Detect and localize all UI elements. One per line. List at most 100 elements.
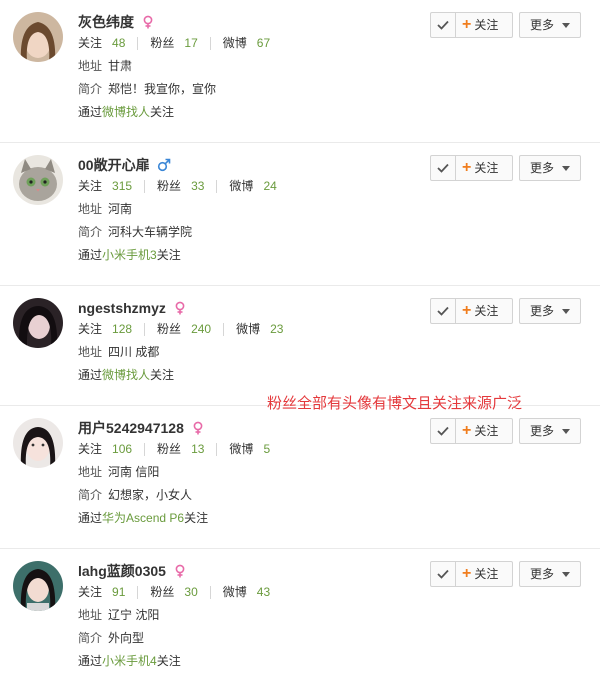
following-count: 106 — [112, 442, 133, 456]
fans-stat[interactable]: 粉丝 240 — [157, 318, 211, 341]
bio-row: 简介 幻想家，小女人 — [78, 488, 193, 502]
follow-source: 通过小米手机4关注 — [78, 654, 181, 668]
source-link[interactable]: 小米手机3 — [102, 248, 157, 262]
bio-value: 郑恺！我宣你，宣你 — [108, 82, 217, 96]
fan-item: 用户5242947128 关注 106 粉丝 13 微博 5 地址 河南 信阳 简介 幻想… — [0, 406, 600, 549]
fan-item: 00敞开心扉 关注 315 粉丝 33 微博 24 地址 河南 简介 河科大车辆学院 通过… — [0, 143, 600, 286]
source-link[interactable]: 微博找人 — [102, 368, 150, 382]
fan-list: 灰色纬度 关注 48 粉丝 17 微博 67 地址 甘肃 简介 郑恺！我宣你，宣你 通过微… — [0, 0, 600, 685]
check-icon — [431, 156, 456, 180]
user-name[interactable]: 灰色纬度 — [78, 12, 134, 32]
source-link[interactable]: 华为Ascend P6 — [102, 511, 184, 525]
address-value: 辽宁 沈阳 — [108, 608, 160, 622]
bio-row: 简介 外向型 — [78, 631, 145, 645]
fan-item: 灰色纬度 关注 48 粉丝 17 微博 67 地址 甘肃 简介 郑恺！我宣你，宣你 通过微… — [0, 0, 600, 143]
divider — [144, 180, 146, 193]
following-count: 91 — [112, 585, 126, 599]
caret-down-icon — [562, 571, 570, 577]
plus-icon: + — [462, 16, 472, 33]
bio-value: 河科大车辆学院 — [108, 225, 193, 239]
divider — [144, 443, 146, 456]
more-button[interactable]: 更多 — [519, 418, 581, 444]
avatar[interactable] — [13, 561, 63, 611]
following-stat[interactable]: 关注 128 — [78, 318, 132, 341]
check-icon — [431, 419, 456, 443]
avatar[interactable] — [13, 298, 63, 348]
bio-row: 简介 河科大车辆学院 — [78, 225, 193, 239]
caret-down-icon — [562, 428, 570, 434]
fans-stat[interactable]: 粉丝 13 — [157, 438, 204, 461]
weibo-count: 23 — [270, 322, 284, 336]
follow-source: 通过微博找人关注 — [78, 105, 175, 119]
address-value: 四川 成都 — [108, 345, 160, 359]
annotation-note: 粉丝全部有头像有博文且关注来源广泛 — [267, 395, 523, 412]
male-icon — [157, 158, 170, 172]
divider — [216, 180, 218, 193]
address-row: 地址 辽宁 沈阳 — [78, 608, 160, 622]
user-name[interactable]: lahg蓝颜0305 — [78, 561, 166, 581]
user-name[interactable]: ngestshzmyz — [78, 298, 166, 318]
divider — [216, 443, 218, 456]
fans-count: 13 — [191, 442, 205, 456]
weibo-stat[interactable]: 微博 23 — [236, 318, 283, 341]
weibo-stat[interactable]: 微博 43 — [223, 581, 270, 604]
more-button[interactable]: 更多 — [519, 155, 581, 181]
bio-row: 简介 郑恺！我宣你，宣你 — [78, 82, 217, 96]
follow-button[interactable]: + 关注 — [430, 561, 513, 587]
female-icon — [143, 15, 153, 29]
fan-item: lahg蓝颜0305 关注 91 粉丝 30 微博 43 地址 辽宁 沈阳 简介 外向型 … — [0, 549, 600, 685]
address-value: 河南 — [108, 202, 133, 216]
following-stat[interactable]: 关注 91 — [78, 581, 125, 604]
divider — [144, 323, 146, 336]
fans-stat[interactable]: 粉丝 17 — [150, 32, 197, 55]
weibo-count: 67 — [256, 36, 271, 50]
avatar[interactable] — [13, 418, 63, 468]
weibo-stat[interactable]: 微博 67 — [223, 32, 270, 55]
check-icon — [431, 562, 456, 586]
address-value: 河南 信阳 — [108, 465, 160, 479]
fans-stat[interactable]: 粉丝 30 — [150, 581, 197, 604]
source-link[interactable]: 小米手机4 — [102, 654, 157, 668]
plus-icon: + — [462, 565, 472, 582]
weibo-count: 24 — [263, 179, 277, 193]
following-count: 48 — [112, 36, 126, 50]
user-name[interactable]: 00敞开心扉 — [78, 155, 150, 175]
following-stat[interactable]: 关注 315 — [78, 175, 132, 198]
caret-down-icon — [562, 22, 570, 28]
bio-value: 幻想家，小女人 — [108, 488, 193, 502]
follow-button[interactable]: + 关注 — [430, 155, 513, 181]
follow-source: 通过华为Ascend P6关注 — [78, 511, 209, 525]
avatar[interactable] — [13, 155, 63, 205]
follow-source: 通过微博找人关注 — [78, 368, 175, 382]
fans-count: 30 — [184, 585, 198, 599]
more-button[interactable]: 更多 — [519, 12, 581, 38]
more-button[interactable]: 更多 — [519, 561, 581, 587]
weibo-count: 43 — [256, 585, 271, 599]
avatar[interactable] — [13, 12, 63, 62]
weibo-stat[interactable]: 微博 24 — [229, 175, 276, 198]
more-button[interactable]: 更多 — [519, 298, 581, 324]
female-icon — [175, 564, 185, 578]
divider — [223, 323, 225, 336]
user-name[interactable]: 用户5242947128 — [78, 418, 184, 438]
fans-count: 17 — [184, 36, 198, 50]
weibo-stat[interactable]: 微博 5 — [229, 438, 270, 461]
address-row: 地址 甘肃 — [78, 59, 133, 73]
divider — [137, 37, 139, 50]
fans-count: 33 — [191, 179, 205, 193]
plus-icon: + — [462, 159, 472, 176]
following-count: 128 — [112, 322, 133, 336]
fans-count: 240 — [191, 322, 212, 336]
weibo-count: 5 — [263, 442, 271, 456]
follow-button[interactable]: + 关注 — [430, 418, 513, 444]
follow-button[interactable]: + 关注 — [430, 298, 513, 324]
following-stat[interactable]: 关注 48 — [78, 32, 125, 55]
following-count: 315 — [112, 179, 133, 193]
fans-stat[interactable]: 粉丝 33 — [157, 175, 204, 198]
follow-button[interactable]: + 关注 — [430, 12, 513, 38]
address-row: 地址 河南 信阳 — [78, 465, 160, 479]
source-link[interactable]: 微博找人 — [102, 105, 150, 119]
caret-down-icon — [562, 165, 570, 171]
female-icon — [175, 301, 185, 315]
following-stat[interactable]: 关注 106 — [78, 438, 132, 461]
